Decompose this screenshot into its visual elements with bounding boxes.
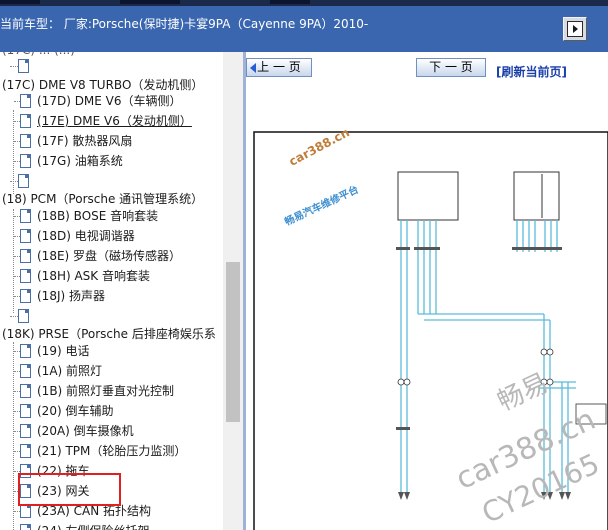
document-icon [20,229,31,243]
document-icon [20,344,31,358]
document-icon [20,289,31,303]
prev-page-button[interactable]: 上 一 页 [246,58,312,77]
wiring-diagram-view[interactable]: car388.cn 畅易汽车维修平台 畅易 car388.cn CY20165 [246,82,608,530]
document-icon [18,309,29,323]
document-icon [20,114,31,128]
tree-navigation-pane[interactable]: (17C) ... (...) (17C) DME V8 TURBO（发动机侧）… [0,52,243,530]
refresh-page-link[interactable]: [刷新当前页] [496,63,567,80]
next-page-button[interactable]: 下 一 页 [416,58,486,77]
car-model-label: 当前车型： 厂家:Porsche(保时捷)卡宴9PA（Cayenne 9PA）2… [0,17,369,31]
expand-button[interactable] [563,17,587,41]
document-icon [20,444,31,458]
document-icon [20,524,31,530]
document-icon [20,269,31,283]
tree-scrollbar[interactable] [223,52,243,530]
document-icon [20,249,31,263]
document-icon [20,364,31,378]
document-icon [20,384,31,398]
document-icon [20,154,31,168]
document-icon [20,504,31,518]
document-icon [18,59,29,73]
arrow-left-icon [250,63,256,73]
page-navigation-bar: 上 一 页 下 一 页 [刷新当前页] [246,52,608,82]
document-icon [20,209,31,223]
document-icon [20,424,31,438]
document-icon [20,404,31,418]
header-bar: 当前车型： 厂家:Porsche(保时捷)卡宴9PA（Cayenne 9PA）2… [0,6,608,52]
play-icon [567,21,583,37]
document-icon [20,94,31,108]
document-icon [18,174,29,188]
scrollbar-thumb[interactable] [226,262,240,422]
document-icon [20,134,31,148]
selection-highlight-box [18,473,121,506]
